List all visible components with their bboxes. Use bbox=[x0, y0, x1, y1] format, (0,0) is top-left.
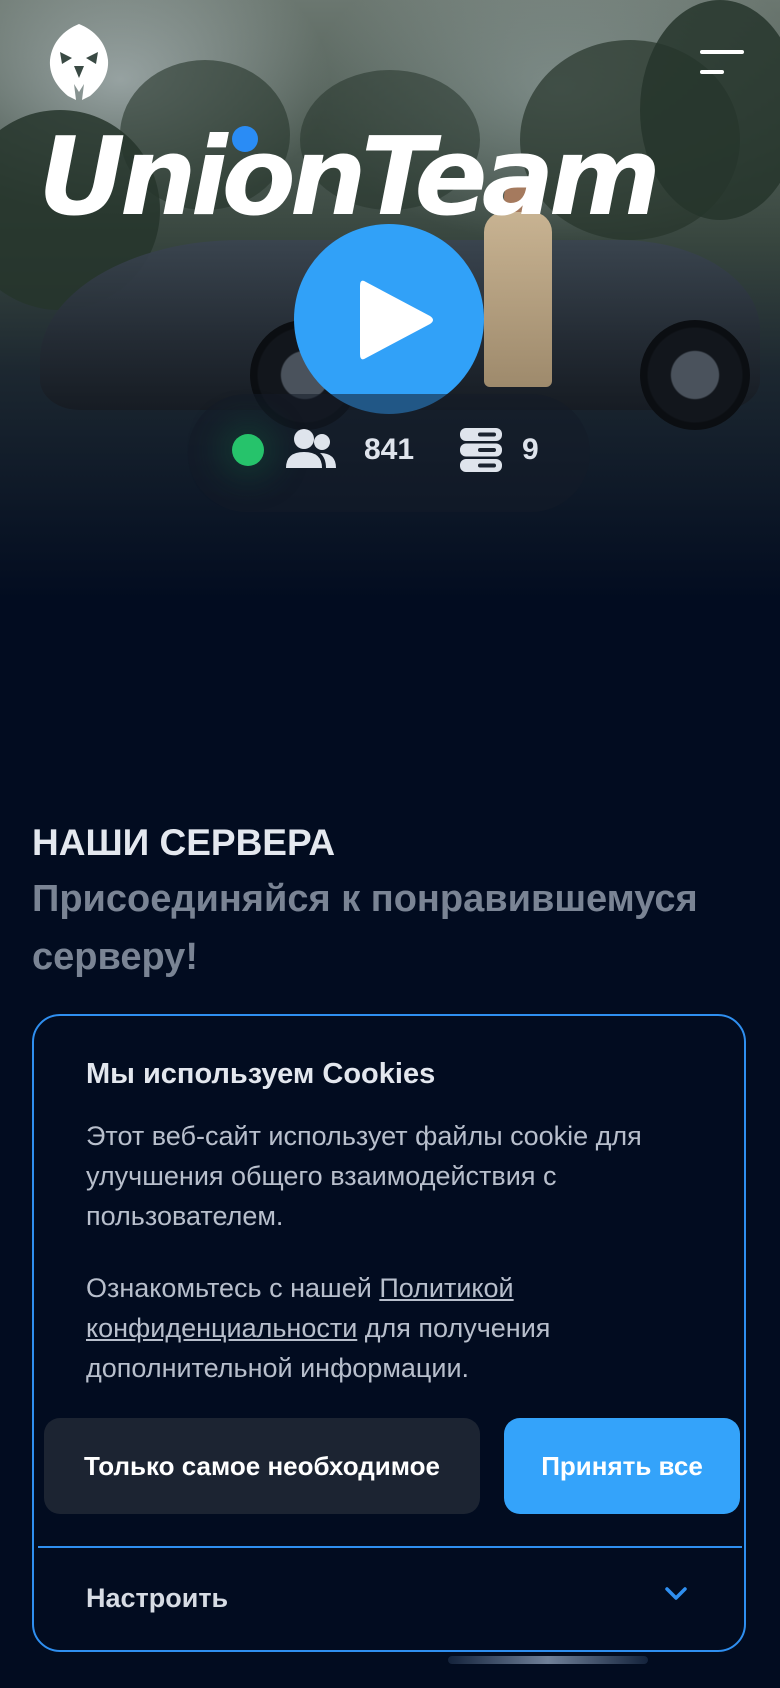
policy-prefix: Ознакомьтесь с нашей bbox=[86, 1273, 372, 1303]
accept-all-button[interactable]: Принять все bbox=[504, 1418, 740, 1514]
chevron-down-icon bbox=[665, 1587, 687, 1600]
eagle-logo-icon[interactable] bbox=[46, 22, 112, 102]
users-icon bbox=[286, 429, 336, 468]
play-icon bbox=[360, 280, 433, 360]
cookie-title: Мы используем Cookies bbox=[86, 1058, 436, 1090]
online-indicator bbox=[232, 434, 264, 466]
settings-label: Настроить bbox=[86, 1583, 229, 1613]
servers-section-subtitle: Присоединяйся к понравившемуся серверу! bbox=[32, 878, 698, 978]
cookie-policy-text: Ознакомьтесь с нашей Политикой конфиденц… bbox=[86, 1268, 686, 1388]
divider bbox=[38, 1546, 742, 1548]
server-icon bbox=[460, 428, 502, 472]
hamburger-menu-icon[interactable] bbox=[696, 48, 744, 78]
cookie-banner: Мы используем Cookies Этот веб-сайт испо… bbox=[32, 1014, 746, 1652]
cookie-settings-toggle[interactable]: Настроить bbox=[38, 1550, 742, 1646]
servers-count: 9 bbox=[522, 433, 539, 466]
brand-title: UnionTeam bbox=[38, 115, 661, 240]
servers-section-title: НАШИ СЕРВЕРА bbox=[32, 822, 336, 863]
play-button[interactable] bbox=[294, 224, 484, 414]
server-card-peek bbox=[448, 1656, 648, 1664]
server-stats: 841 9 bbox=[188, 394, 590, 512]
cookie-text: Этот веб-сайт использует файлы cookie дл… bbox=[86, 1121, 642, 1231]
players-count: 841 bbox=[364, 433, 415, 466]
brand-dot bbox=[232, 126, 258, 152]
necessary-only-button[interactable]: Только самое необходимое bbox=[44, 1418, 480, 1514]
